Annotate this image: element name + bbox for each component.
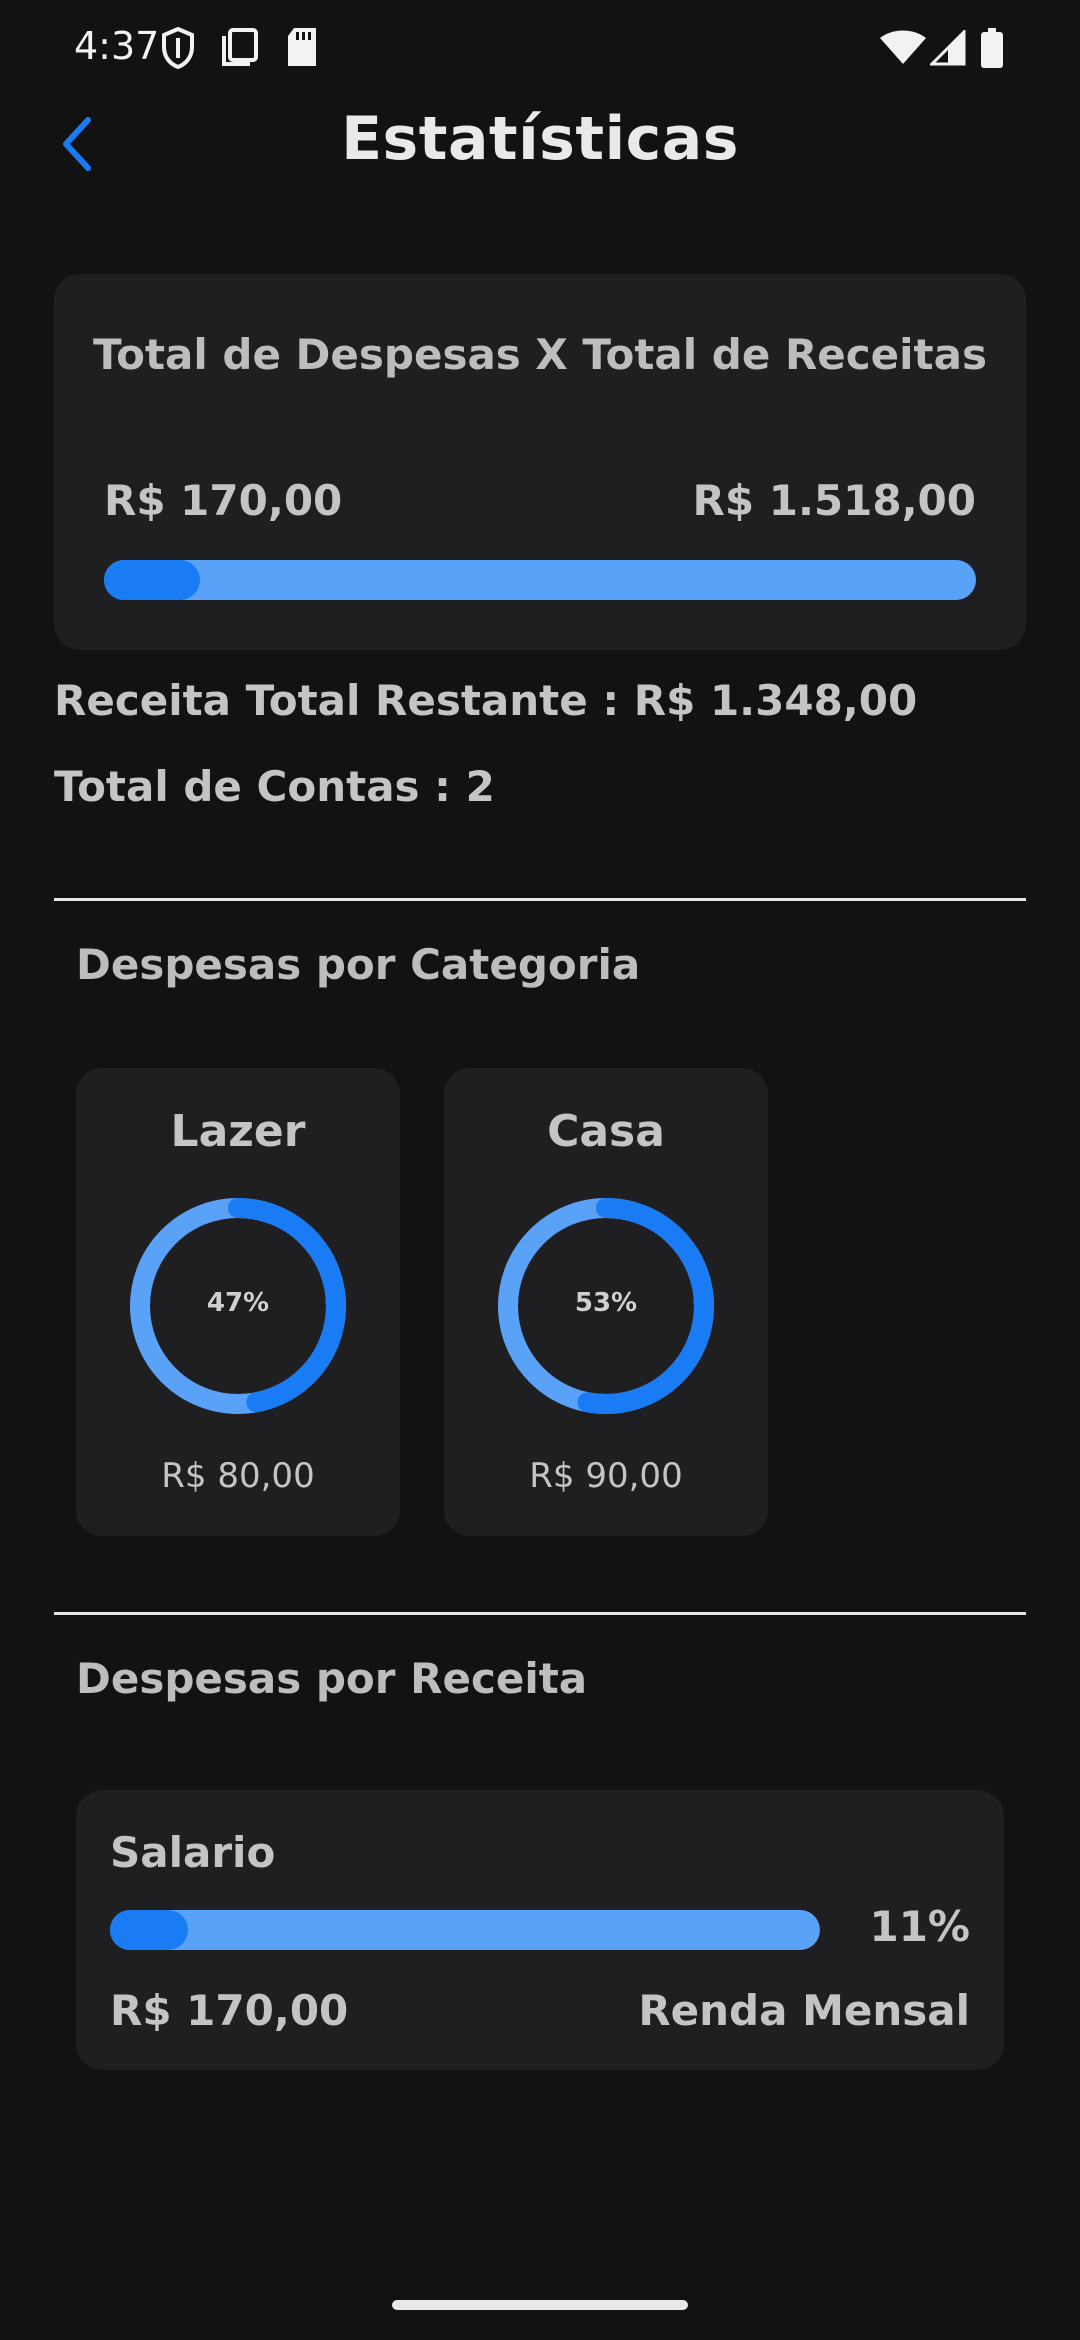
shield-icon bbox=[160, 26, 196, 74]
expenses-progress-fill bbox=[104, 560, 200, 600]
category-name: Lazer bbox=[170, 1106, 306, 1157]
total-expenses-value: R$ 170,00 bbox=[104, 476, 343, 525]
battery-icon bbox=[980, 28, 1004, 72]
divider bbox=[54, 1612, 1026, 1615]
summary-card: Total de Despesas X Total de Receitas R$… bbox=[54, 274, 1026, 650]
divider bbox=[54, 898, 1026, 901]
income-card-salario[interactable]: Salario 11% R$ 170,00 Renda Mensal bbox=[76, 1790, 1004, 2070]
category-card-casa[interactable]: Casa 53% R$ 90,00 bbox=[444, 1068, 768, 1536]
expenses-vs-income-progress bbox=[104, 560, 976, 600]
cell-signal-icon bbox=[928, 28, 966, 70]
category-percent: 53% bbox=[574, 1288, 638, 1318]
income-percent: 11% bbox=[869, 1902, 970, 1951]
total-accounts-text: Total de Contas : 2 bbox=[54, 762, 495, 811]
status-time: 4:37 bbox=[74, 24, 160, 68]
income-progress bbox=[110, 1910, 820, 1950]
section-title-categories: Despesas por Categoria bbox=[76, 940, 641, 989]
category-percent: 47% bbox=[206, 1288, 270, 1318]
income-amount: R$ 170,00 bbox=[110, 1986, 349, 2035]
status-bar: 4:37 bbox=[0, 0, 1080, 96]
category-amount: R$ 90,00 bbox=[529, 1456, 683, 1496]
category-card-lazer[interactable]: Lazer 47% R$ 80,00 bbox=[76, 1068, 400, 1536]
category-name: Casa bbox=[547, 1106, 665, 1157]
page-title: Estatísticas bbox=[341, 104, 739, 174]
sd-card-icon bbox=[284, 26, 320, 72]
category-amount: R$ 80,00 bbox=[161, 1456, 315, 1496]
remaining-income-text: Receita Total Restante : R$ 1.348,00 bbox=[54, 676, 918, 725]
home-indicator[interactable] bbox=[392, 2300, 688, 2310]
screenshot-icon bbox=[220, 26, 260, 72]
income-type: Renda Mensal bbox=[638, 1986, 970, 2035]
income-name: Salario bbox=[110, 1828, 276, 1877]
summary-title: Total de Despesas X Total de Receitas bbox=[93, 330, 987, 379]
total-income-value: R$ 1.518,00 bbox=[692, 476, 976, 525]
section-title-by-income: Despesas por Receita bbox=[76, 1654, 588, 1703]
income-progress-fill bbox=[110, 1910, 189, 1950]
wifi-icon bbox=[880, 30, 926, 70]
